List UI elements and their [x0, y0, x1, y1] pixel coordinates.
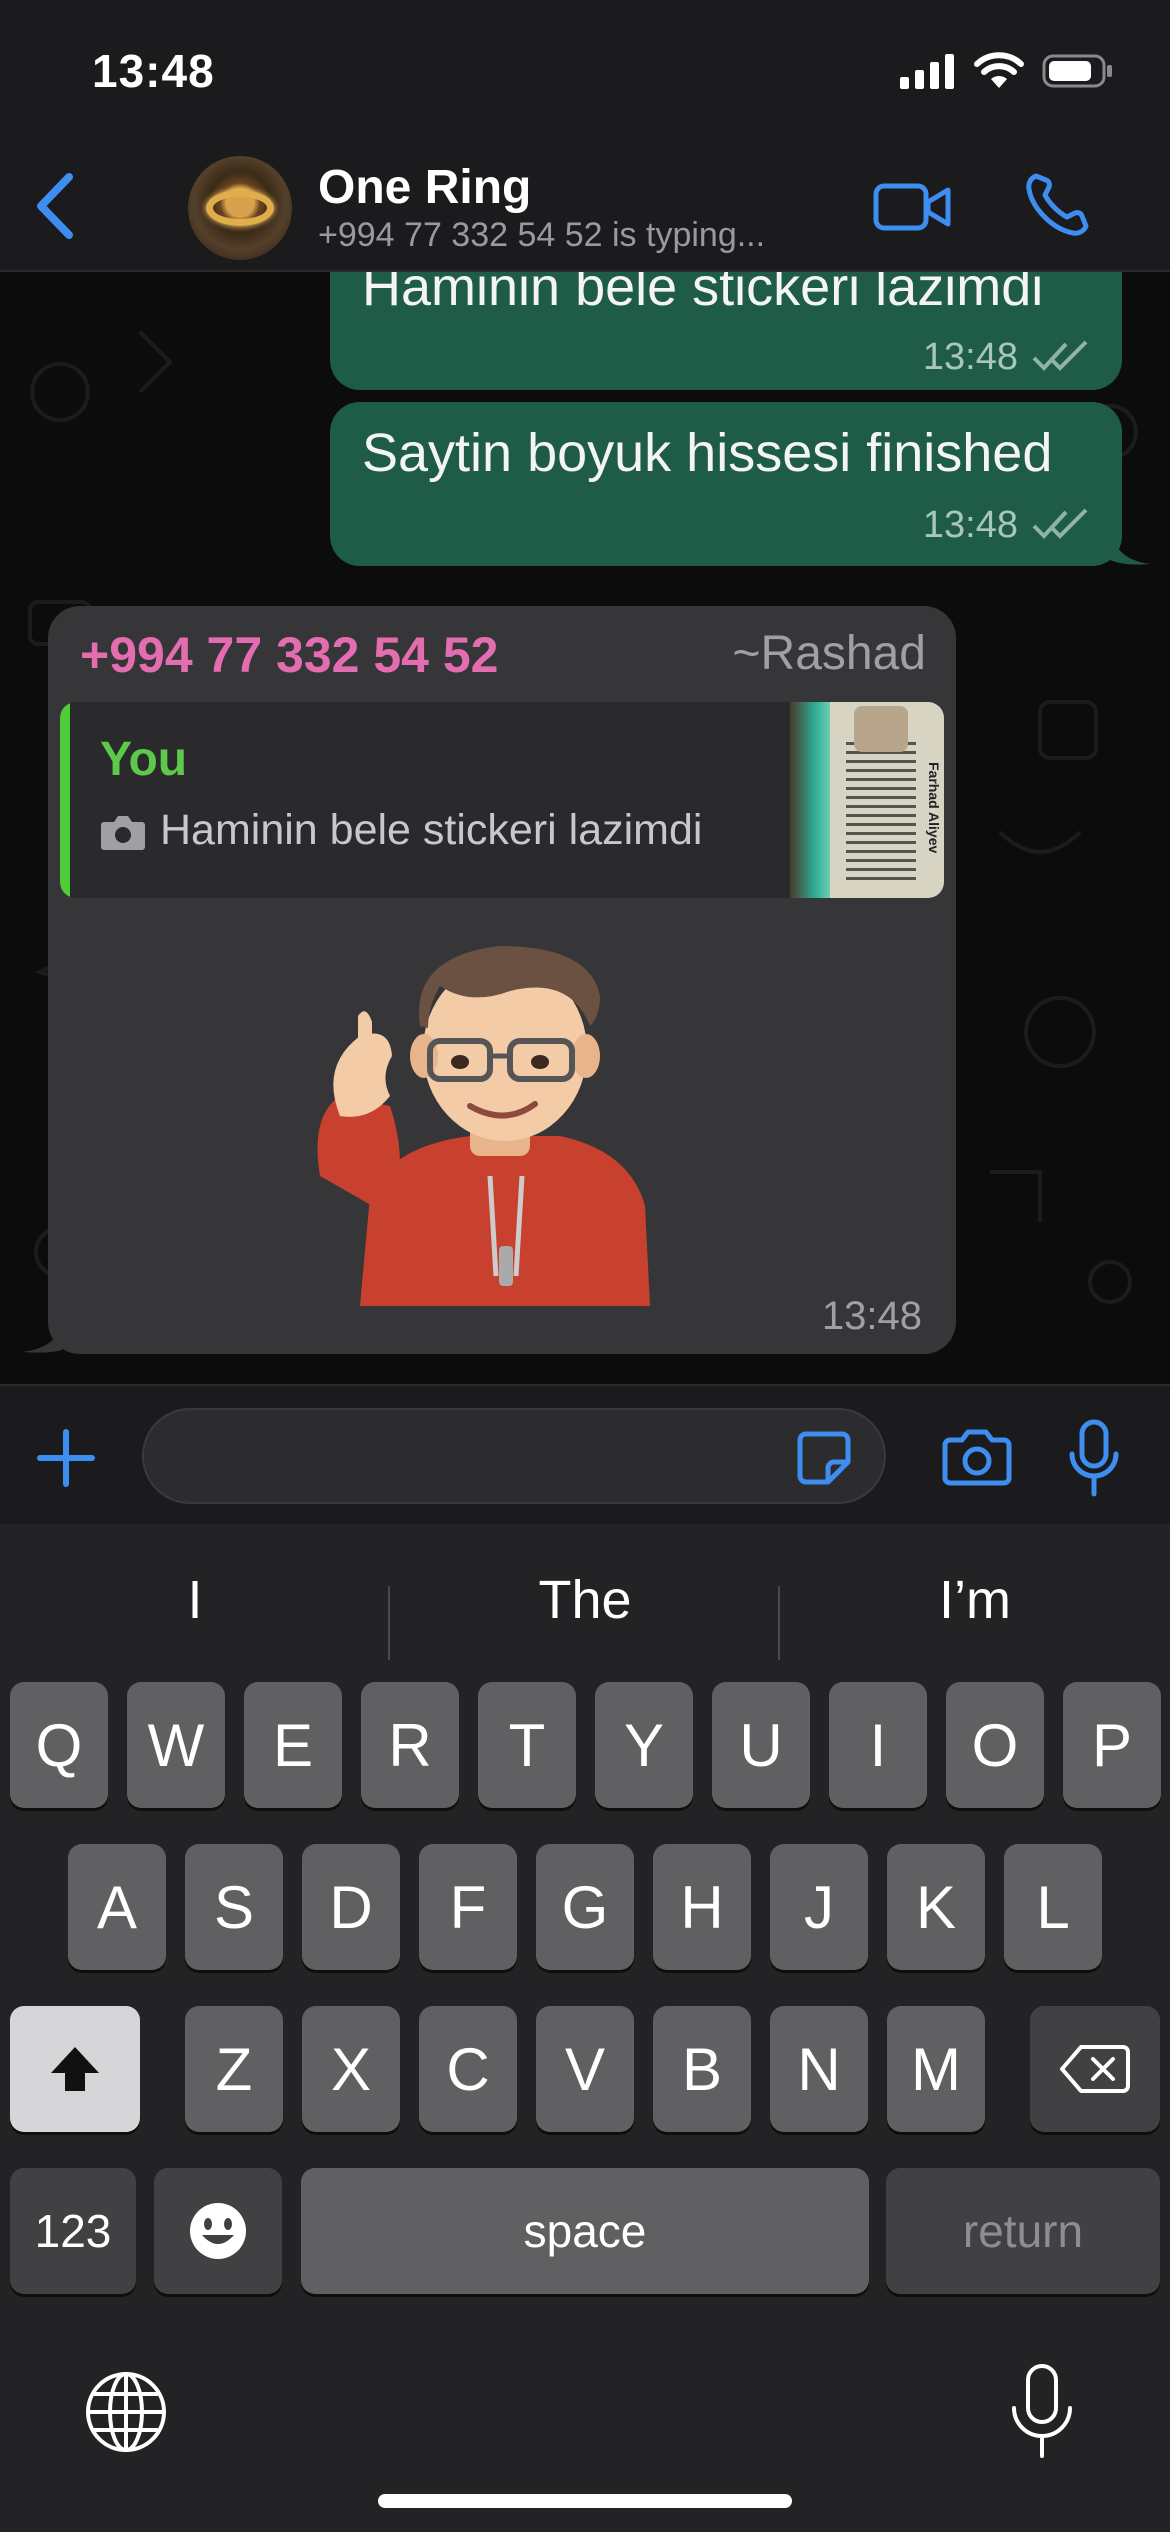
key-q[interactable]: Q	[10, 1682, 108, 1808]
video-call-button[interactable]	[872, 174, 952, 238]
typing-status: +994 77 332 54 52 is typing...	[318, 216, 766, 254]
quote-accent-bar	[60, 702, 70, 898]
keyboard: I The I’m Q W E R T Y U I O P A S D F G …	[0, 1524, 1170, 2532]
outgoing-message[interactable]: Haminin bele stickeri lazimdi 13:48	[330, 272, 1122, 390]
key-c[interactable]: C	[419, 2006, 517, 2132]
key-p[interactable]: P	[1063, 1682, 1161, 1808]
space-key-label: space	[523, 2205, 647, 2257]
key-m[interactable]: M	[887, 2006, 985, 2132]
battery-icon	[1042, 54, 1112, 88]
sender-phone[interactable]: +994 77 332 54 52	[80, 626, 498, 684]
read-ticks-icon	[1032, 340, 1088, 371]
key-w[interactable]: W	[127, 1682, 225, 1808]
key-y[interactable]: Y	[595, 1682, 693, 1808]
status-time: 13:48	[92, 45, 215, 97]
key-j[interactable]: J	[770, 1844, 868, 1970]
key-o[interactable]: O	[946, 1682, 1044, 1808]
key-x[interactable]: X	[302, 2006, 400, 2132]
key-r[interactable]: R	[361, 1682, 459, 1808]
key-d[interactable]: D	[302, 1844, 400, 1970]
read-ticks-icon	[1032, 508, 1088, 539]
phone-call-icon	[1026, 173, 1089, 236]
message-text: Saytin boyuk hissesi finished	[362, 423, 1053, 483]
emoji-icon	[190, 2203, 246, 2259]
chat-area[interactable]: Haminin bele stickeri lazimdi 13:48 Sayt…	[0, 272, 1170, 1384]
key-g[interactable]: G	[536, 1844, 634, 1970]
key-i[interactable]: I	[829, 1682, 927, 1808]
key-n[interactable]: N	[770, 2006, 868, 2132]
key-v[interactable]: V	[536, 2006, 634, 2132]
numbers-key-label: 123	[34, 2205, 112, 2257]
key-a[interactable]: A	[68, 1844, 166, 1970]
message-time: 13:48	[922, 336, 1018, 378]
back-button[interactable]	[20, 166, 90, 246]
voice-call-button[interactable]	[1022, 170, 1092, 240]
contact-avatar[interactable]	[188, 156, 292, 260]
quote-text: Haminin bele stickeri lazimdi	[160, 806, 703, 854]
status-bar: 13:48	[0, 0, 1170, 140]
wifi-icon	[974, 52, 1024, 88]
message-input-bar	[0, 1384, 1170, 1524]
incoming-message[interactable]: +994 77 332 54 52 ~Rashad You Haminin be…	[48, 606, 956, 1354]
contact-name[interactable]: One Ring	[318, 160, 531, 215]
sticker-icon[interactable]	[794, 1428, 854, 1488]
suggestion-item[interactable]: I	[0, 1548, 390, 1652]
bubble-tail	[22, 1324, 62, 1353]
dictation-mic-icon[interactable]	[1004, 2362, 1080, 2462]
key-e[interactable]: E	[244, 1682, 342, 1808]
back-chevron-icon	[37, 173, 73, 239]
thumbnail-caption: Farhad Aliyev	[926, 762, 942, 854]
backspace-icon	[1060, 2045, 1130, 2093]
chat-header: One Ring +994 77 332 54 52 is typing...	[0, 140, 1170, 272]
key-s[interactable]: S	[185, 1844, 283, 1970]
camera-icon	[101, 816, 145, 850]
key-l[interactable]: L	[1004, 1844, 1102, 1970]
key-z[interactable]: Z	[185, 2006, 283, 2132]
cellular-signal-icon	[900, 54, 954, 89]
key-f[interactable]: F	[419, 1844, 517, 1970]
key-u[interactable]: U	[712, 1682, 810, 1808]
suggestion-item[interactable]: I’m	[780, 1548, 1170, 1652]
key-b[interactable]: B	[653, 2006, 751, 2132]
quote-author: You	[100, 733, 188, 786]
numbers-key[interactable]: 123	[10, 2168, 136, 2294]
return-key-label: return	[962, 2205, 1084, 2257]
delete-key[interactable]	[1030, 2006, 1160, 2132]
quote-thumbnail: Farhad Aliyev	[790, 702, 944, 898]
key-k[interactable]: K	[887, 1844, 985, 1970]
sender-name: ~Rashad	[732, 627, 926, 680]
video-call-icon	[873, 183, 951, 231]
emoji-key[interactable]	[154, 2168, 282, 2294]
shift-arrow-icon	[51, 2047, 99, 2091]
home-indicator[interactable]	[378, 2494, 792, 2508]
message-time: 13:48	[821, 1294, 922, 1338]
outgoing-message[interactable]: Saytin boyuk hissesi finished 13:48	[330, 402, 1122, 566]
attach-plus-icon[interactable]	[34, 1426, 98, 1490]
suggestion-bar: I The I’m	[0, 1548, 1170, 1660]
status-icons	[900, 52, 1114, 90]
shift-key[interactable]	[10, 2006, 140, 2132]
globe-icon[interactable]	[82, 2368, 170, 2456]
message-input[interactable]	[142, 1408, 886, 1504]
return-key[interactable]: return	[886, 2168, 1160, 2294]
microphone-icon[interactable]	[1064, 1418, 1124, 1498]
camera-icon[interactable]	[942, 1426, 1012, 1486]
quoted-message[interactable]: You Haminin bele stickeri lazimdi Farhad…	[60, 702, 944, 898]
message-time: 13:48	[922, 504, 1018, 546]
suggestion-item[interactable]: The	[390, 1548, 780, 1652]
key-h[interactable]: H	[653, 1844, 751, 1970]
memoji-sticker[interactable]	[300, 946, 700, 1306]
key-t[interactable]: T	[478, 1682, 576, 1808]
bubble-tail	[1110, 530, 1150, 565]
message-text: Haminin bele stickeri lazimdi	[362, 272, 1044, 317]
space-key[interactable]: space	[301, 2168, 869, 2294]
